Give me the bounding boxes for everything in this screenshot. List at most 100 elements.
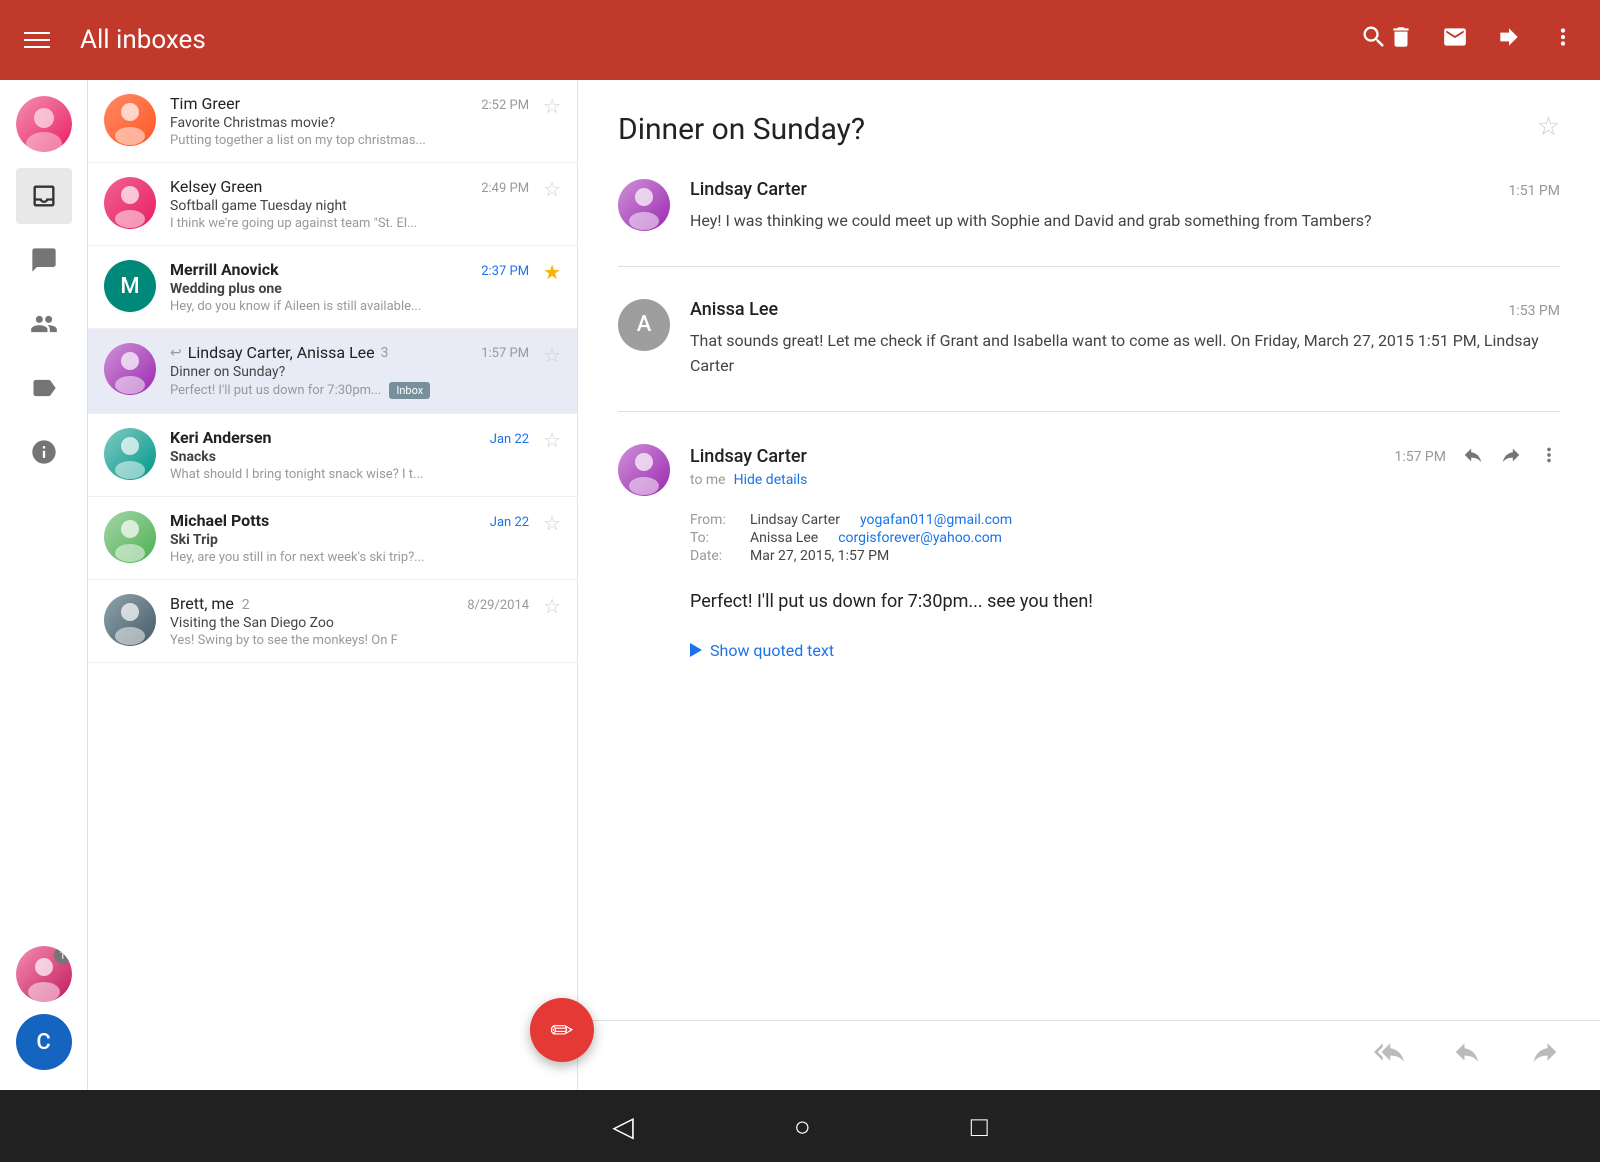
star-icon[interactable]: ☆ xyxy=(543,343,561,367)
email-item[interactable]: Kelsey Green 2:49 PM Softball game Tuesd… xyxy=(88,163,577,246)
thread-message: A Anissa Lee 1:53 PM That sounds great! … xyxy=(618,299,1560,412)
email-detail-title: Dinner on Sunday? xyxy=(618,112,865,147)
mail-icon[interactable] xyxy=(1442,24,1468,56)
thread-message: Lindsay Carter 1:51 PM Hey! I was thinki… xyxy=(618,179,1560,267)
to-email[interactable]: corgisforever@yahoo.com xyxy=(838,530,1002,546)
account-switcher-2[interactable]: C xyxy=(16,1014,72,1070)
sender-avatar xyxy=(104,343,156,395)
more-options-button[interactable] xyxy=(1538,444,1560,470)
email-sender: Kelsey Green xyxy=(170,177,262,196)
email-content: Merrill Anovick 2:37 PM Wedding plus one… xyxy=(170,260,529,314)
email-content: Tim Greer 2:52 PM Favorite Christmas mov… xyxy=(170,94,529,148)
email-sender: Tim Greer xyxy=(170,94,240,113)
reply-header-row: Lindsay Carter 1:57 PM xyxy=(618,444,1560,496)
email-item-selected[interactable]: ↩ Lindsay Carter, Anissa Lee 3 1:57 PM D… xyxy=(88,329,577,414)
star-icon[interactable]: ★ xyxy=(543,260,561,284)
email-preview: Hey, do you know if Aileen is still avai… xyxy=(170,299,490,314)
email-item[interactable]: Brett, me 2 8/29/2014 Visiting the San D… xyxy=(88,580,577,663)
thread-avatar: A xyxy=(618,299,670,351)
sidebar-item-info[interactable] xyxy=(16,424,72,480)
thread-body: Hey! I was thinking we could meet up wit… xyxy=(690,208,1560,234)
email-time: Jan 22 xyxy=(490,432,529,447)
forward-icon[interactable] xyxy=(1496,24,1522,56)
thread-content: Anissa Lee 1:53 PM That sounds great! Le… xyxy=(690,299,1560,379)
from-label: From: xyxy=(690,512,738,528)
reply-button-bottom[interactable] xyxy=(1452,1037,1482,1074)
email-meta: From: Lindsay Carter yogafan011@gmail.co… xyxy=(690,512,1560,564)
email-subject: Dinner on Sunday? xyxy=(170,364,529,380)
email-subject: Favorite Christmas movie? xyxy=(170,115,529,131)
email-item[interactable]: Keri Andersen Jan 22 Snacks What should … xyxy=(88,414,577,497)
bottom-action-bar xyxy=(578,1020,1600,1090)
compose-fab[interactable]: ✏ xyxy=(530,998,594,1062)
email-time: 1:57 PM xyxy=(481,346,529,361)
email-sender: Brett, me 2 xyxy=(170,594,250,613)
star-icon[interactable]: ☆ xyxy=(543,594,561,618)
email-time: 2:49 PM xyxy=(481,181,529,196)
email-item[interactable]: Tim Greer 2:52 PM Favorite Christmas mov… xyxy=(88,80,577,163)
email-detail-panel: Dinner on Sunday? ☆ Lindsay Carter 1:51 … xyxy=(578,80,1600,1090)
email-preview: Perfect! I'll put us down for 7:30pm... … xyxy=(170,382,490,399)
email-content: Keri Andersen Jan 22 Snacks What should … xyxy=(170,428,529,482)
navigation-bar: ◁ ○ □ xyxy=(0,1090,1600,1162)
star-button[interactable]: ☆ xyxy=(1537,112,1560,142)
reply-message: Lindsay Carter 1:57 PM xyxy=(618,444,1560,660)
reply-button[interactable] xyxy=(1462,444,1484,470)
reply-info: Lindsay Carter 1:57 PM xyxy=(690,444,1560,488)
sidebar-item-labels[interactable] xyxy=(16,360,72,416)
menu-button[interactable] xyxy=(24,32,50,48)
delete-icon[interactable] xyxy=(1388,24,1414,56)
email-subject: Softball game Tuesday night xyxy=(170,198,529,214)
email-subject: Visiting the San Diego Zoo xyxy=(170,615,529,631)
show-quoted-button[interactable]: Show quoted text xyxy=(690,641,1560,660)
email-preview: What should I bring tonight snack wise? … xyxy=(170,467,490,482)
sender-avatar xyxy=(104,94,156,146)
from-name: Lindsay Carter xyxy=(750,512,840,528)
reply-all-button[interactable] xyxy=(1374,1037,1404,1074)
email-content: Brett, me 2 8/29/2014 Visiting the San D… xyxy=(170,594,529,648)
hide-details-link[interactable]: Hide details xyxy=(734,472,808,488)
to-name: Anissa Lee xyxy=(750,530,818,546)
sidebar-item-chat[interactable] xyxy=(16,232,72,288)
star-icon[interactable]: ☆ xyxy=(543,511,561,535)
more-vert-icon[interactable] xyxy=(1550,24,1576,56)
sender-avatar xyxy=(104,594,156,646)
email-sender: Michael Potts xyxy=(170,511,269,530)
email-list: Tim Greer 2:52 PM Favorite Christmas mov… xyxy=(88,80,578,1090)
email-content: Michael Potts Jan 22 Ski Trip Hey, are y… xyxy=(170,511,529,565)
recent-apps-button[interactable]: □ xyxy=(971,1110,988,1143)
user-avatar[interactable] xyxy=(16,96,72,152)
back-button[interactable]: ◁ xyxy=(612,1110,634,1143)
sidebar-item-all-inboxes[interactable] xyxy=(16,168,72,224)
thread-sender: Lindsay Carter xyxy=(690,179,807,200)
forward-button-bottom[interactable] xyxy=(1530,1037,1560,1074)
star-icon[interactable]: ☆ xyxy=(543,177,561,201)
account-switcher-1[interactable]: 1 xyxy=(16,946,72,1002)
inbox-badge: Inbox xyxy=(389,382,430,399)
email-item[interactable]: M Merrill Anovick 2:37 PM Wedding plus o… xyxy=(88,246,577,329)
email-preview: Putting together a list on my top christ… xyxy=(170,133,490,148)
top-bar: All inboxes xyxy=(0,0,1600,80)
page-title: All inboxes xyxy=(80,25,1360,55)
email-sender: ↩ Lindsay Carter, Anissa Lee 3 xyxy=(170,343,389,362)
date-value: Mar 27, 2015, 1:57 PM xyxy=(750,548,889,564)
home-button[interactable]: ○ xyxy=(794,1110,811,1143)
top-bar-actions xyxy=(1388,24,1576,56)
search-button[interactable] xyxy=(1360,23,1388,58)
reply-indicator: ↩ xyxy=(170,345,182,361)
email-sender: Keri Andersen xyxy=(170,428,271,447)
email-subject: Snacks xyxy=(170,449,529,465)
star-icon[interactable]: ☆ xyxy=(543,94,561,118)
account-badge: 1 xyxy=(54,946,72,964)
from-email[interactable]: yogafan011@gmail.com xyxy=(860,512,1012,528)
forward-button[interactable] xyxy=(1500,444,1522,470)
star-icon[interactable]: ☆ xyxy=(543,428,561,452)
email-sender: Merrill Anovick xyxy=(170,260,279,279)
reply-time: 1:57 PM xyxy=(1394,449,1446,465)
email-content: Kelsey Green 2:49 PM Softball game Tuesd… xyxy=(170,177,529,231)
sidebar-item-contacts[interactable] xyxy=(16,296,72,352)
triangle-icon xyxy=(690,643,702,657)
email-item[interactable]: Michael Potts Jan 22 Ski Trip Hey, are y… xyxy=(88,497,577,580)
sender-avatar xyxy=(104,177,156,229)
sidebar-bottom: 1 C xyxy=(16,946,72,1070)
